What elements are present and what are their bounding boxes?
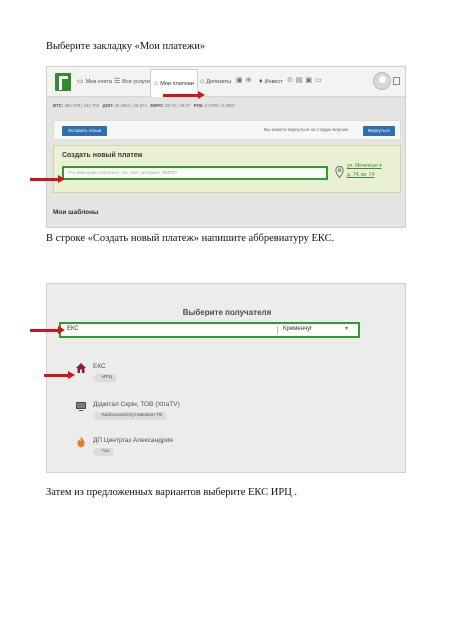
version-panel: Оставить отзыв Вы можете вернуться на ст… <box>53 120 401 140</box>
user-avatar[interactable] <box>373 72 391 90</box>
instruction-step-2: В строке «Создать новый платеж» напишите… <box>46 233 335 244</box>
tab-my-payments[interactable]: ⌂ Мои платежи <box>150 69 198 97</box>
search-divider <box>277 326 278 334</box>
recipient-tag: Кабельное/спутниковое ТВ <box>91 412 167 420</box>
pointer-arrow-input <box>30 175 65 183</box>
my-templates-title: Мои шаблоны <box>53 209 99 216</box>
chevron-down-icon[interactable]: ▾ <box>345 325 348 332</box>
pointer-arrow-result <box>44 371 75 379</box>
pointer-arrow-tab <box>163 91 205 99</box>
return-button[interactable]: Вернуться <box>363 126 395 136</box>
recipient-tag: Газ <box>91 448 114 456</box>
recipient-name: ДП Центргаз Александрия <box>93 437 173 444</box>
exchange-rates: BTC: 384.709 | 441.703 ДОЛ: 25.2651 | 25… <box>53 103 235 108</box>
tab-deposits[interactable]: ⌂ Депозиты <box>200 75 231 89</box>
old-version-text: Вы можете вернуться на старую версию <box>264 127 349 132</box>
list-icon: ☰ <box>114 78 121 85</box>
create-payment-title: Создать новый платеж <box>62 152 143 159</box>
pointer-arrow-search <box>30 326 65 334</box>
location-pin-icon <box>335 166 344 178</box>
misc-nav-icons[interactable]: ⊙▤▣▭ <box>287 76 325 84</box>
recipient-tag: ИРЦ <box>91 374 117 382</box>
top-navigation: ▭ Мои счета ☰ Все услуги ⌂ Мои платежи ⌂ Деп… <box>47 67 405 97</box>
instruction-step-1: Выберите закладку «Мои платежи» <box>46 41 206 52</box>
feedback-button[interactable]: Оставить отзыв <box>62 126 107 136</box>
bank-icon: ⌂ <box>200 78 205 85</box>
create-payment-panel: Создать новый платеж Что вам нужно оплат… <box>53 145 401 193</box>
tab-my-accounts[interactable]: ▭ Мои счета <box>77 75 112 89</box>
house-icon <box>76 363 86 373</box>
extra-service-icons[interactable]: ▣⊕ <box>236 76 254 84</box>
address-line-1[interactable]: ул. Мечетная ▾ <box>347 163 382 169</box>
recipient-search-input[interactable]: ЕКС <box>67 326 79 332</box>
tv-icon <box>76 402 86 411</box>
city-select[interactable]: Кременчуг <box>283 326 312 332</box>
recipient-title: Выберите получателя <box>182 308 272 317</box>
recipient-name: Діджітал Скрін, ТОВ (XtraTV) <box>93 401 180 408</box>
recipient-name: ЕКС <box>93 363 106 370</box>
logout-icon[interactable] <box>393 77 400 85</box>
address-line-2[interactable]: д. 74, кв. 74 <box>347 172 374 178</box>
screenshot-my-payments: ▭ Мои счета ☰ Все услуги ⌂ Мои платежи ⌂ Деп… <box>46 66 406 228</box>
wallet-icon: ▭ <box>77 78 84 85</box>
tab-all-services[interactable]: ☰ Все услуги <box>114 75 150 89</box>
bank-logo[interactable] <box>55 73 71 91</box>
instruction-step-3: Затем из предложенных вариантов выберите… <box>46 487 298 498</box>
recipient-search-bar[interactable]: ЕКС Кременчуг ▾ <box>59 322 360 338</box>
coins-icon: ♦ <box>259 78 263 85</box>
tab-invest[interactable]: ♦ Инвест <box>259 75 283 89</box>
home-icon: ⌂ <box>154 80 159 87</box>
payment-search-input[interactable]: Что вам нужно оплатить: газ, свет, интер… <box>62 166 328 180</box>
screenshot-choose-recipient: Выберите получателя ЕКС Кременчуг ▾ ЕКС … <box>46 283 406 473</box>
flame-icon <box>77 436 85 448</box>
